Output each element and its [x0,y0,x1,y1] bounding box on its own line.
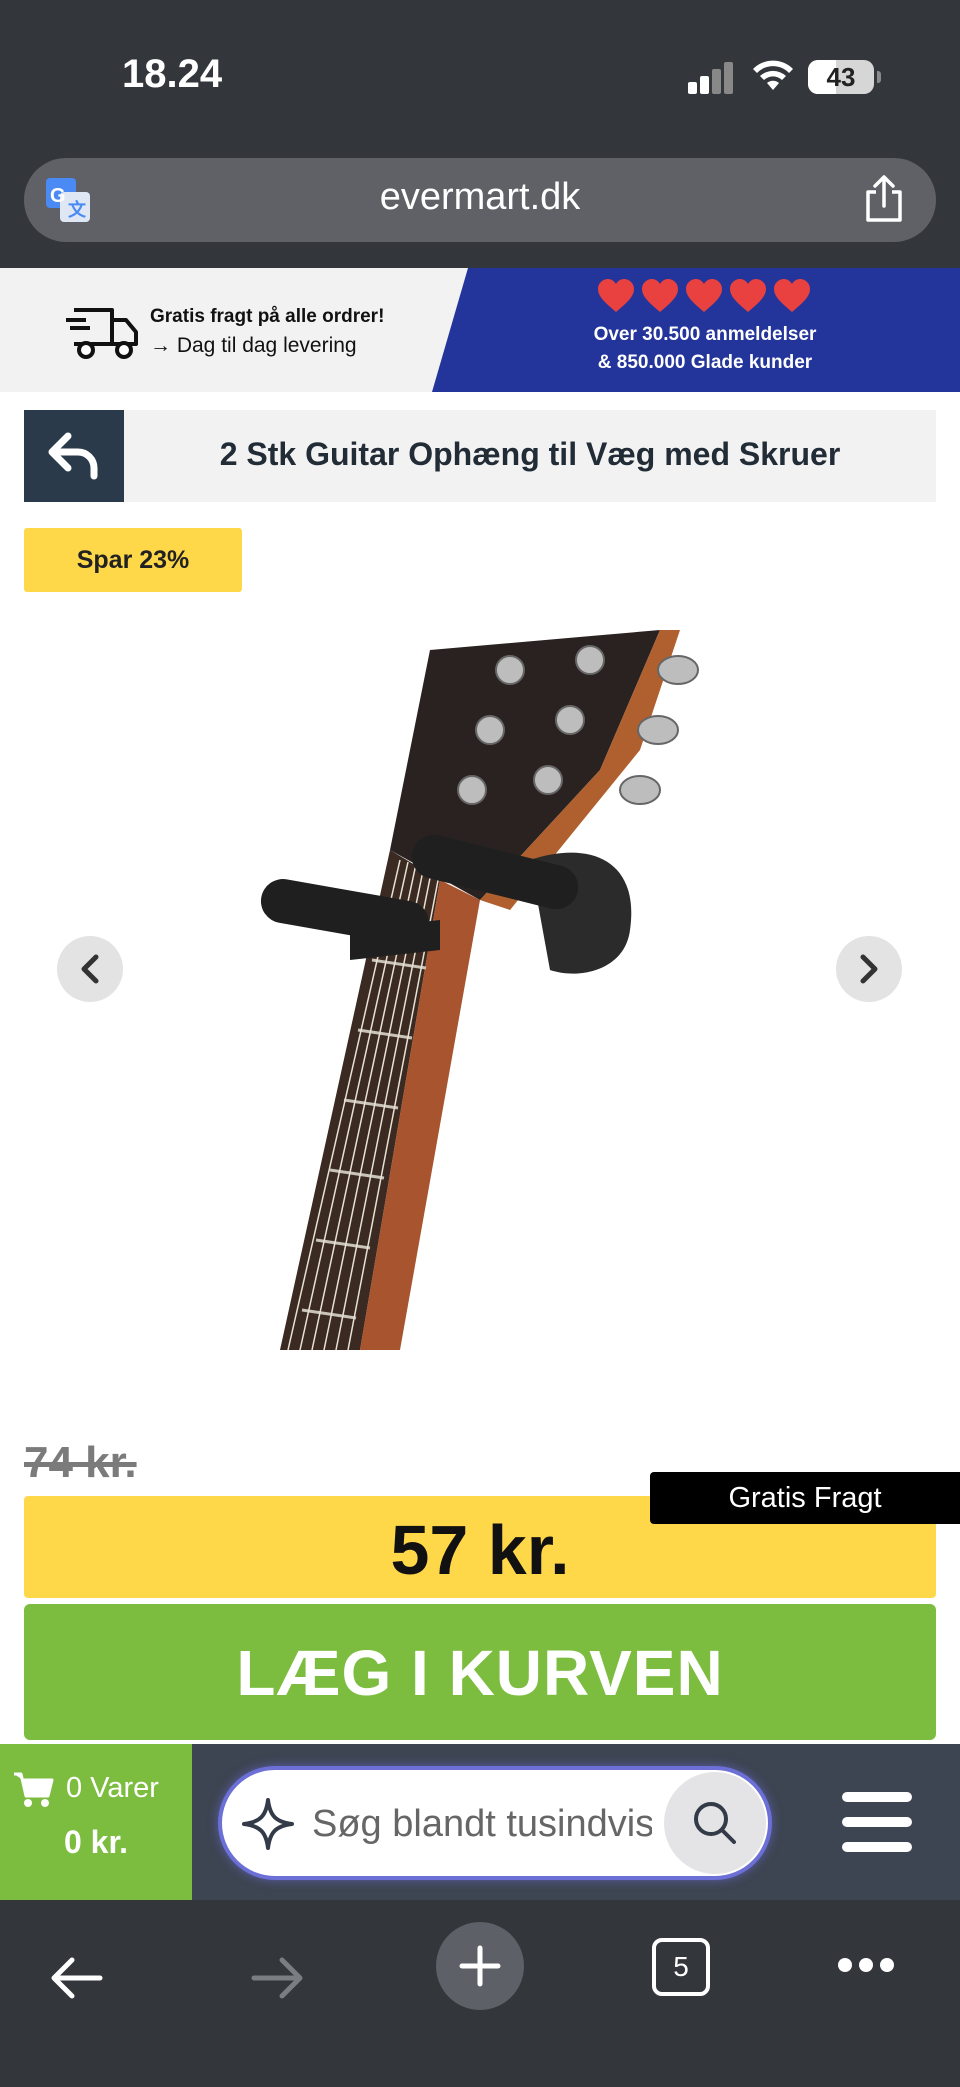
previous-image-button[interactable] [57,936,123,1002]
wifi-icon [753,60,793,90]
url-text[interactable]: evermart.dk [24,176,936,219]
search-input[interactable] [312,1796,652,1852]
return-arrow-icon [48,432,98,480]
heart-icon [642,279,678,312]
product-title: 2 Stk Guitar Ophæng til Væg med Skruer [219,436,841,472]
heart-icon [598,279,634,312]
product-image[interactable] [250,630,710,1360]
free-shipping-promo-title: Gratis fragt på alle ordrer! [150,306,385,327]
old-price: 74 kr. [24,1438,137,1487]
heart-icon [774,279,810,312]
search-icon [694,1802,736,1844]
browser-top-bar: 18.24 43 G 文 evermart.dk [0,0,960,268]
chevron-left-icon [81,954,99,984]
plus-icon [459,1945,501,1987]
back-button[interactable] [24,410,124,502]
cart-summary[interactable]: 0 Varer 0 kr. [0,1744,192,1900]
heart-icon [730,279,766,312]
discount-badge: Spar 23% [24,528,242,592]
sparkle-icon [242,1798,294,1850]
tabs-button[interactable]: 5 [652,1938,710,1996]
site-bottom-bar: 0 Varer 0 kr. [0,1744,960,1900]
cart-total: 0 kr. [63,1824,129,1860]
share-icon[interactable] [862,174,906,224]
battery-percentage: 43 [826,62,856,92]
chevron-right-icon [860,954,878,984]
happy-customers-text: & 850.000 Glade kunder [597,352,813,373]
cart-icon [14,1772,54,1807]
search-box[interactable] [218,1766,772,1880]
heart-icon [686,279,722,312]
battery-indicator: 43 [808,60,881,94]
browser-forward-icon[interactable] [248,1948,308,2008]
rating-hearts [596,278,816,318]
url-bar[interactable]: G 文 evermart.dk [24,158,936,242]
status-time: 18.24 [122,52,223,96]
add-to-cart-button[interactable]: LÆG I KURVEN [24,1604,936,1740]
product-title-bar: 2 Stk Guitar Ophæng til Væg med Skruer [24,410,936,502]
reviews-count-text: Over 30.500 anmeldelser [593,324,817,345]
next-image-button[interactable] [836,936,902,1002]
delivery-promo-text: → Dag til dag levering [150,334,357,357]
hamburger-menu-icon[interactable] [842,1792,912,1852]
cellular-signal-icon [688,62,734,94]
new-tab-button[interactable] [436,1922,524,2010]
browser-back-icon[interactable] [46,1948,106,2008]
more-options-icon[interactable] [838,1958,894,1972]
free-shipping-label: Gratis Fragt [650,1472,960,1524]
add-to-cart-label: LÆG I KURVEN [236,1637,724,1709]
cart-item-count: 0 Varer [66,1772,159,1804]
promo-banner: Gratis fragt på alle ordrer! → Dag til d… [0,268,960,392]
browser-toolbar: 5 [0,1900,960,2087]
search-button[interactable] [664,1772,766,1874]
delivery-truck-icon [66,308,138,359]
